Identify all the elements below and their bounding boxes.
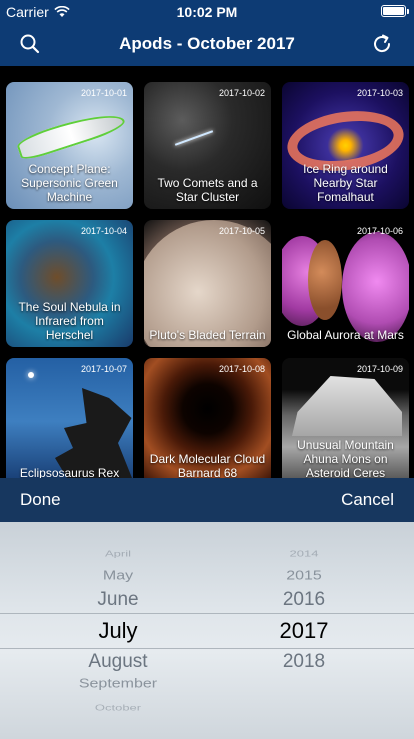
done-button[interactable]: Done [20, 490, 61, 510]
tile-title: Two Comets and a Star Cluster [157, 176, 258, 204]
apod-tile[interactable]: 2017-10-05 Pluto's Bladed Terrain [144, 220, 271, 347]
tile-title: Dark Molecular Cloud Barnard 68 [149, 452, 266, 478]
tile-date: 2017-10-03 [356, 88, 403, 98]
tile-image [55, 388, 133, 478]
month-option[interactable]: September [28, 677, 208, 692]
refresh-icon[interactable] [370, 32, 394, 56]
tile-date: 2017-10-01 [80, 88, 127, 98]
tile-date: 2017-10-04 [80, 226, 127, 236]
picker-toolbar: Done Cancel [0, 478, 414, 522]
apod-tile[interactable]: 2017-10-09 Unusual Mountain Ahuna Mons o… [282, 358, 409, 478]
battery-icon [381, 5, 409, 17]
apod-tile[interactable]: 2017-10-03 Ice Ring around Nearby Star F… [282, 82, 409, 209]
tile-title: Concept Plane: Supersonic Green Machine [21, 162, 118, 204]
apod-tile[interactable]: 2017-10-08 Dark Molecular Cloud Barnard … [144, 358, 271, 478]
tile-title: Global Aurora at Mars [287, 328, 404, 342]
tile-title: Eclipsosaurus Rex [19, 466, 120, 478]
apod-tile[interactable]: 2017-10-02 Two Comets and a Star Cluster [144, 82, 271, 209]
navigation-bar: Apods - October 2017 [0, 22, 414, 66]
month-year-picker[interactable]: April May June July August September October 2… [0, 522, 414, 739]
tile-image [308, 240, 342, 320]
status-bar: Carrier 10:02 PM [0, 0, 414, 22]
year-option[interactable]: 2018 [214, 651, 394, 673]
tile-image [28, 372, 34, 378]
tile-date: 2017-10-08 [218, 364, 265, 374]
cancel-button[interactable]: Cancel [341, 490, 394, 510]
year-option[interactable]: 2016 [214, 589, 394, 611]
apod-tile[interactable]: 2017-10-07 Eclipsosaurus Rex [6, 358, 133, 478]
tile-title: Unusual Mountain Ahuna Mons on Asteroid … [297, 438, 394, 478]
month-option[interactable]: May [28, 569, 208, 584]
tile-date: 2017-10-05 [218, 226, 265, 236]
tile-image [174, 130, 214, 146]
tile-title: The Soul Nebula in Infrared from Hersche… [18, 300, 121, 342]
status-time: 10:02 PM [176, 4, 238, 20]
apod-tile[interactable]: 2017-10-01 Concept Plane: Supersonic Gre… [6, 82, 133, 209]
header: Carrier 10:02 PM Apods - October 2017 [0, 0, 414, 66]
year-option[interactable]: 2014 [214, 549, 394, 559]
month-option[interactable]: August [28, 651, 208, 673]
year-option[interactable]: 2015 [214, 569, 394, 584]
month-option[interactable]: July [28, 618, 208, 644]
tile-image [14, 105, 128, 163]
month-option[interactable]: June [28, 589, 208, 611]
tile-date: 2017-10-09 [356, 364, 403, 374]
apod-tile[interactable]: 2017-10-04 The Soul Nebula in Infrared f… [6, 220, 133, 347]
tile-date: 2017-10-07 [80, 364, 127, 374]
tile-title: Pluto's Bladed Terrain [149, 328, 266, 342]
apod-tile[interactable]: 2017-10-06 Global Aurora at Mars [282, 220, 409, 347]
month-option[interactable]: April [28, 549, 208, 559]
tile-image [292, 376, 402, 436]
tile-image [342, 232, 409, 342]
tile-date: 2017-10-06 [356, 226, 403, 236]
tile-title: Ice Ring around Nearby Star Fomalhaut [303, 162, 388, 204]
page-title: Apods - October 2017 [119, 34, 295, 53]
year-option[interactable]: 2017 [214, 618, 394, 644]
tile-date: 2017-10-02 [218, 88, 265, 98]
apod-grid: 2017-10-01 Concept Plane: Supersonic Gre… [0, 66, 414, 478]
month-option[interactable]: October [28, 703, 208, 713]
